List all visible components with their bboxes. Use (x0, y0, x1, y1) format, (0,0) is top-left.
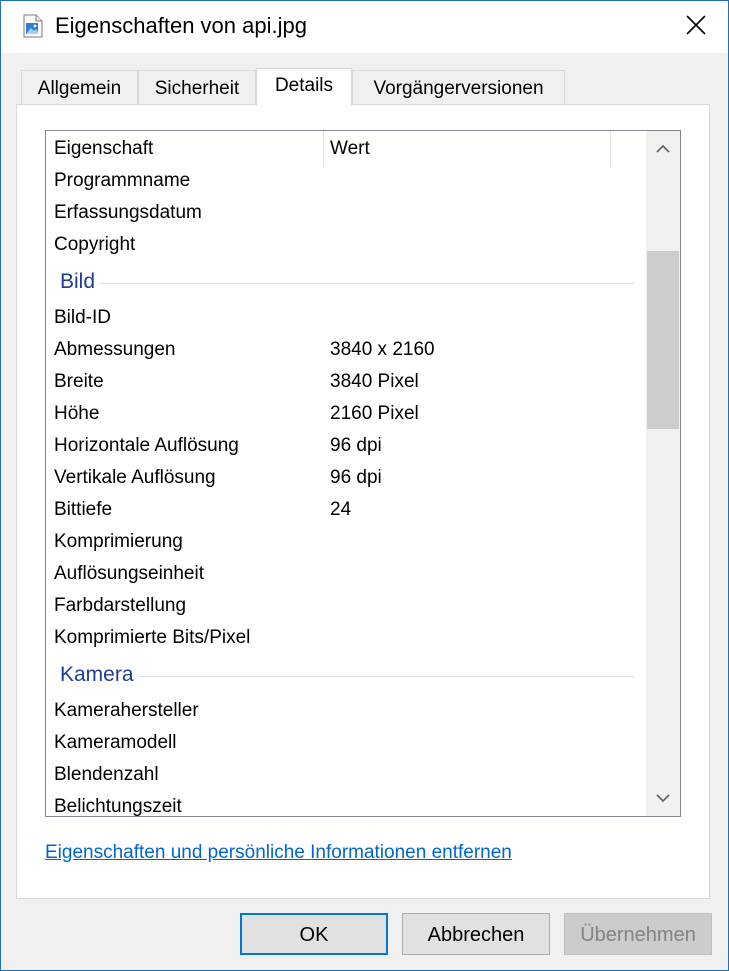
property-name: Bittiefe (54, 499, 113, 520)
property-name: Horizontale Auflösung (54, 435, 239, 456)
property-name: Kamerahersteller (54, 700, 199, 721)
window-title: Eigenschaften von api.jpg (55, 13, 307, 38)
close-icon (685, 14, 707, 41)
scrollbar-thumb[interactable] (647, 251, 679, 429)
property-name: Abmessungen (54, 339, 176, 360)
group-title: Kamera (60, 661, 138, 689)
property-name: Breite (54, 371, 104, 392)
chevron-up-icon (656, 141, 670, 159)
chevron-down-icon (656, 790, 670, 808)
list-item[interactable]: Komprimierung (46, 526, 646, 558)
list-item[interactable]: Vertikale Auflösung 96 dpi (46, 462, 646, 494)
list-item[interactable]: Auflösungseinheit (46, 558, 646, 590)
group-heading-kamera: Kamera (46, 657, 646, 697)
ok-button[interactable]: OK (240, 913, 388, 955)
list-item[interactable]: Belichtungszeit (46, 791, 646, 817)
list-item[interactable]: Kamerahersteller (46, 695, 646, 727)
remove-properties-link[interactable]: Eigenschaften und persönliche Informatio… (45, 840, 512, 866)
tab-vorgaengerversionen[interactable]: Vorgängerversionen (352, 70, 565, 105)
apply-button[interactable]: Übernehmen (564, 913, 712, 955)
vertical-scrollbar[interactable] (646, 131, 680, 816)
property-value: 24 (330, 499, 352, 520)
property-name: Copyright (54, 234, 136, 255)
property-name: Bild-ID (54, 307, 112, 328)
cancel-button[interactable]: Abbrechen (402, 913, 550, 955)
property-name: Belichtungszeit (54, 796, 182, 817)
title-bar: Eigenschaften von api.jpg (1, 1, 728, 53)
scroll-up-button[interactable] (646, 133, 680, 167)
property-name: Blendenzahl (54, 764, 159, 785)
scroll-down-button[interactable] (646, 782, 680, 816)
tab-sicherheit[interactable]: Sicherheit (138, 70, 256, 105)
tab-details[interactable]: Details (256, 68, 352, 106)
column-header-value[interactable]: Wert (330, 136, 370, 162)
list-item[interactable]: Bild-ID (46, 302, 646, 334)
property-value: 3840 x 2160 (330, 339, 435, 360)
list-item[interactable]: Copyright (46, 229, 646, 261)
image-file-icon (23, 14, 43, 38)
close-button[interactable] (664, 1, 728, 53)
property-name: Höhe (54, 403, 100, 424)
group-title: Bild (60, 268, 100, 296)
list-item[interactable]: Abmessungen 3840 x 2160 (46, 334, 646, 366)
property-name: Erfassungsdatum (54, 202, 202, 223)
list-item[interactable]: Komprimierte Bits/Pixel (46, 622, 646, 654)
column-header-property[interactable]: Eigenschaft (54, 136, 153, 162)
column-separator[interactable] (323, 131, 324, 167)
column-separator[interactable] (610, 131, 611, 167)
group-divider (60, 283, 634, 284)
property-name: Farbdarstellung (54, 595, 187, 616)
property-name: Programmname (54, 170, 191, 191)
list-item[interactable]: Programmname (46, 165, 646, 197)
list-item[interactable]: Horizontale Auflösung 96 dpi (46, 430, 646, 462)
property-name: Kameramodell (54, 732, 177, 753)
property-name: Komprimierte Bits/Pixel (54, 627, 251, 648)
list-item[interactable]: Kameramodell (46, 727, 646, 759)
property-name: Vertikale Auflösung (54, 467, 216, 488)
property-value: 96 dpi (330, 467, 382, 488)
property-list[interactable]: Eigenschaft Wert Programmname Erfassungs… (45, 130, 681, 817)
list-item[interactable]: Blendenzahl (46, 759, 646, 791)
group-divider (60, 676, 634, 677)
list-item[interactable]: Höhe 2160 Pixel (46, 398, 646, 430)
property-name: Komprimierung (54, 531, 183, 552)
property-name: Auflösungseinheit (54, 563, 204, 584)
list-item[interactable]: Breite 3840 Pixel (46, 366, 646, 398)
list-item[interactable]: Bittiefe 24 (46, 494, 646, 526)
column-header: Eigenschaft Wert (46, 131, 646, 167)
list-item[interactable]: Farbdarstellung (46, 590, 646, 622)
tab-allgemein[interactable]: Allgemein (21, 70, 138, 105)
property-value: 2160 Pixel (330, 403, 419, 424)
property-value: 96 dpi (330, 435, 382, 456)
group-heading-bild: Bild (46, 264, 646, 304)
list-item[interactable]: Erfassungsdatum (46, 197, 646, 229)
property-value: 3840 Pixel (330, 371, 419, 392)
